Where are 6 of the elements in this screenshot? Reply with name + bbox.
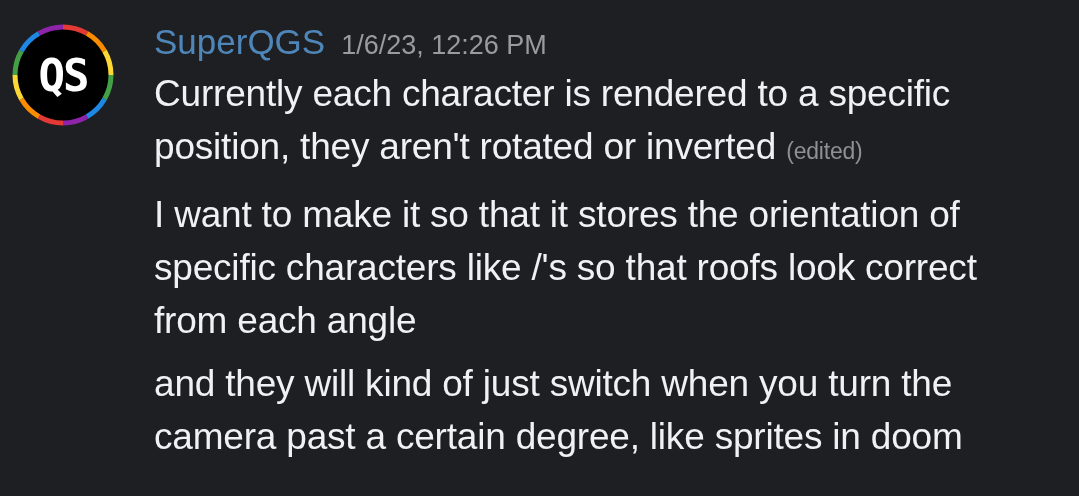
edited-label: (edited) xyxy=(786,138,863,164)
avatar[interactable]: QS xyxy=(12,24,114,126)
message-text: and they will kind of just switch when you turn the camera past a certain degree, like sprites in doom xyxy=(154,362,964,459)
timestamp: 1/6/23, 12:26 PM xyxy=(341,29,547,62)
username[interactable]: SuperQGS xyxy=(154,20,326,64)
message-text: Currently each character is rendered to a specific position, they aren't rotated or inverted (edited) xyxy=(154,72,952,169)
